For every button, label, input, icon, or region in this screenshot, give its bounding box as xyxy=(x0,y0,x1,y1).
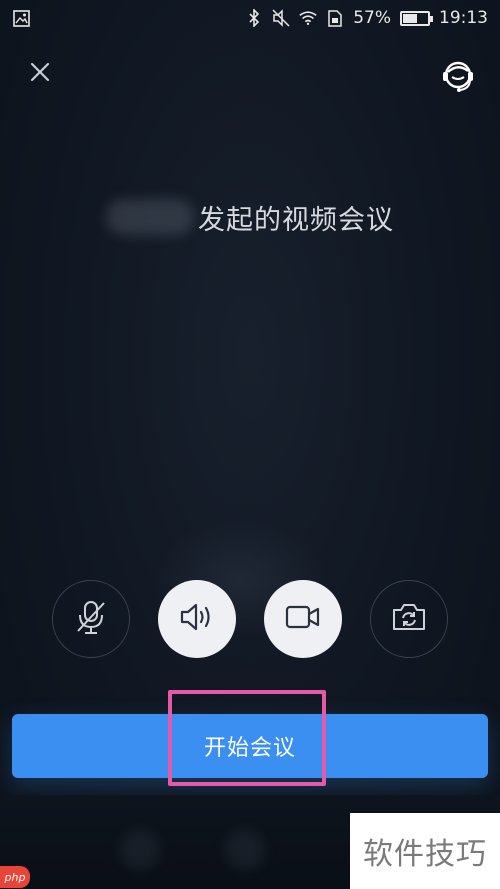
blurred-avatar xyxy=(120,830,160,870)
speaker-icon xyxy=(179,602,215,636)
customer-service-button[interactable] xyxy=(438,58,478,98)
camera-toggle-button[interactable] xyxy=(264,580,342,658)
battery-icon xyxy=(400,10,433,26)
clock: 19:13 xyxy=(439,8,488,28)
speaker-toggle-button[interactable] xyxy=(158,580,236,658)
meeting-title: 发起的视频会议 xyxy=(198,204,394,236)
call-controls xyxy=(52,580,448,658)
sim-icon xyxy=(326,9,344,27)
php-logo: php xyxy=(0,866,30,888)
watermark: 软件技巧 xyxy=(350,813,500,889)
start-meeting-button[interactable]: 开始会议 xyxy=(12,714,488,778)
watermark-text: 软件技巧 xyxy=(363,837,487,872)
close-icon xyxy=(29,61,51,87)
blurred-host-name xyxy=(106,199,194,235)
status-bar: 57% 19:13 xyxy=(0,0,500,36)
battery-percent: 57% xyxy=(353,8,391,28)
switch-camera-icon xyxy=(391,601,427,637)
mute-icon xyxy=(272,9,290,27)
close-button[interactable] xyxy=(24,58,56,90)
camera-icon xyxy=(285,604,321,634)
battery-level xyxy=(403,13,417,23)
blurred-avatar xyxy=(225,830,265,870)
bluetooth-icon xyxy=(245,9,263,27)
microphone-off-icon xyxy=(74,598,108,640)
microphone-toggle-button[interactable] xyxy=(52,580,130,658)
video-meeting-screen: 57% 19:13 发起的视频会议 开始会议 软件技巧 php xyxy=(0,0,500,889)
customer-service-icon xyxy=(439,57,477,99)
meeting-title-row: 发起的视频会议 xyxy=(0,192,500,242)
php-logo-text: php xyxy=(4,870,26,884)
switch-camera-button[interactable] xyxy=(370,580,448,658)
wifi-icon xyxy=(299,9,317,27)
start-meeting-label: 开始会议 xyxy=(203,736,296,761)
gallery-icon xyxy=(12,9,30,27)
